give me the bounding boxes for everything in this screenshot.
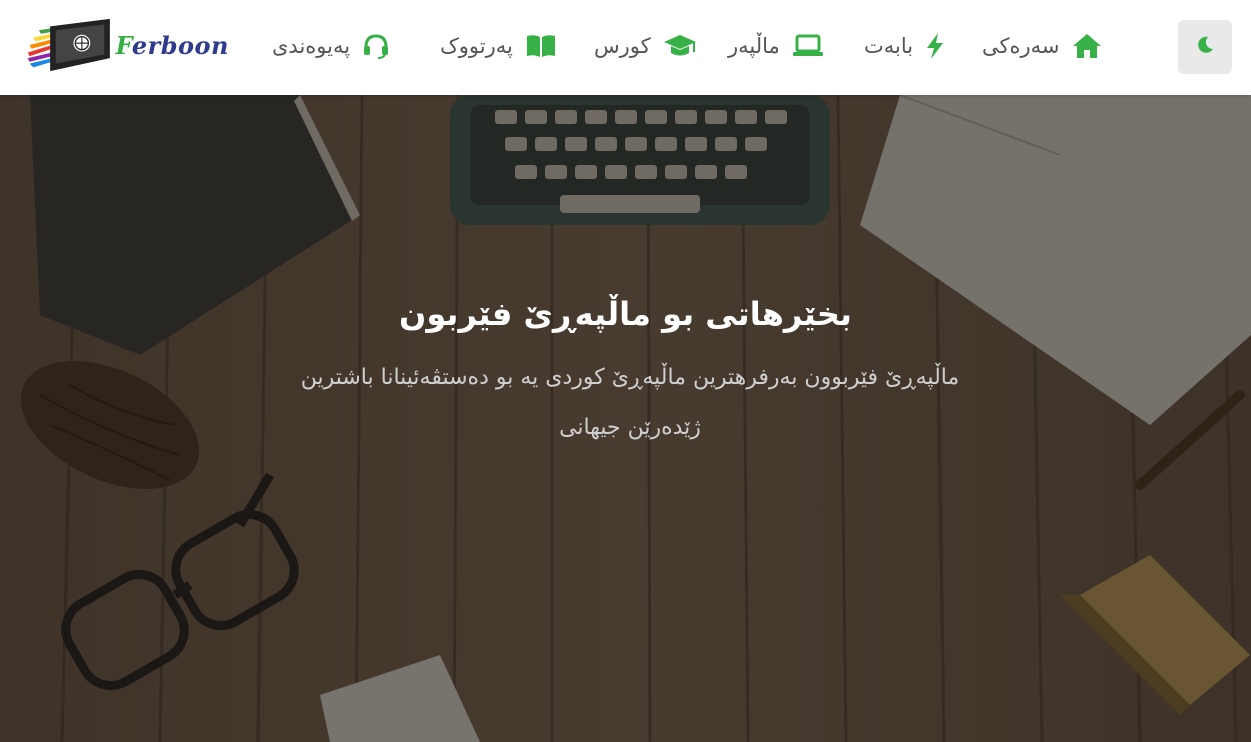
moon-icon bbox=[1195, 35, 1215, 59]
nav-item-topics[interactable]: بابەت bbox=[864, 28, 945, 64]
headset-icon bbox=[362, 32, 390, 60]
logo-text: Ferboon bbox=[115, 30, 229, 60]
nav-item-websites[interactable]: ماڵپەر bbox=[728, 28, 824, 64]
navbar: Ferboon سەرەکی بابەت ماڵپەر کورس پەرتووک… bbox=[0, 0, 1251, 95]
nav-label-home: سەرەکی bbox=[982, 34, 1060, 58]
nav-label-contact: پەیوەندی bbox=[272, 34, 351, 58]
site-logo[interactable]: Ferboon bbox=[24, 14, 229, 76]
theme-toggle-button[interactable] bbox=[1178, 20, 1232, 74]
nav-item-books[interactable]: پەرتووک bbox=[440, 28, 557, 64]
nav-label-books: پەرتووک bbox=[440, 34, 513, 58]
nav-label-websites: ماڵپەر bbox=[728, 34, 780, 58]
nav-label-topics: بابەت bbox=[864, 34, 914, 58]
laptop-icon bbox=[792, 34, 824, 58]
bolt-icon bbox=[925, 32, 945, 60]
hero-title: بخێرهاتی بو ماڵپەڕێ فێربون bbox=[399, 295, 852, 333]
hero-section: بخێرهاتی بو ماڵپەڕێ فێربون ماڵپەڕێ فێربو… bbox=[0, 95, 1251, 742]
home-icon bbox=[1072, 33, 1102, 59]
graduation-cap-icon bbox=[663, 33, 697, 59]
nav-item-home[interactable]: سەرەکی bbox=[982, 28, 1102, 64]
nav-label-courses: کورس bbox=[594, 34, 651, 58]
book-icon bbox=[525, 33, 557, 59]
nav-item-contact[interactable]: پەیوەندی bbox=[272, 28, 390, 64]
nav-item-courses[interactable]: کورس bbox=[594, 28, 697, 64]
books-logo-icon bbox=[27, 18, 110, 72]
hero-subtitle: ماڵپەڕێ فێربوون بەرفرهترین ماڵپەڕێ کوردی… bbox=[300, 365, 960, 440]
